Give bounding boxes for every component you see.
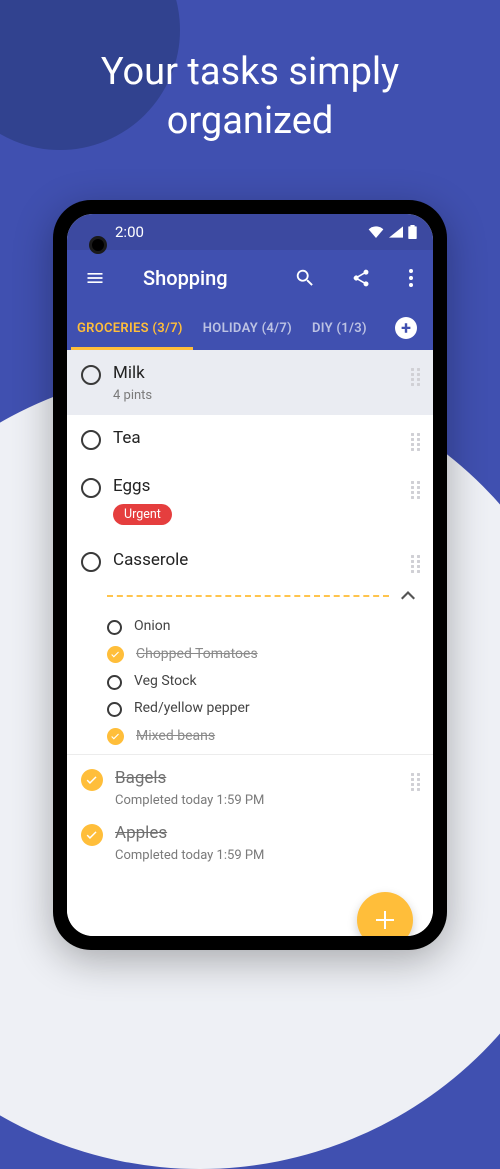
task-checkbox-checked[interactable]	[81, 769, 103, 791]
task-checkbox[interactable]	[81, 478, 101, 498]
statusbar-icons	[368, 225, 417, 239]
search-icon	[294, 267, 316, 289]
cell-signal-icon	[389, 226, 403, 238]
plus-icon	[373, 908, 397, 932]
task-title: Eggs	[113, 475, 399, 498]
subtask-item[interactable]: Mixed beans	[67, 722, 433, 750]
tab-groceries[interactable]: GROCERIES (3/7)	[67, 306, 193, 350]
task-list[interactable]: Milk 4 pints Tea Eggs Urgent	[67, 350, 433, 936]
subtask-checkbox[interactable]	[107, 702, 122, 717]
subtask-item[interactable]: Red/yellow pepper	[67, 695, 433, 722]
task-item[interactable]: Casserole	[67, 537, 433, 579]
search-button[interactable]	[285, 258, 325, 298]
appbar: Shopping	[67, 250, 433, 306]
subtask-title: Veg Stock	[134, 673, 197, 689]
share-button[interactable]	[341, 258, 381, 298]
drag-handle-icon[interactable]	[411, 368, 421, 386]
task-title: Casserole	[113, 549, 399, 572]
statusbar-time: 2:00	[115, 223, 144, 241]
task-checkbox[interactable]	[81, 552, 101, 572]
marketing-headline: Your tasks simply organized	[0, 48, 500, 147]
task-item[interactable]: Tea	[67, 415, 433, 463]
task-checkbox[interactable]	[81, 430, 101, 450]
camera-cutout	[89, 236, 107, 254]
tab-holiday[interactable]: HOLIDAY (4/7)	[193, 306, 302, 350]
task-title: Apples	[115, 822, 423, 845]
subtask-item[interactable]: Veg Stock	[67, 668, 433, 695]
task-title: Tea	[113, 427, 399, 450]
task-item[interactable]: Milk 4 pints	[67, 350, 433, 415]
tabbar: GROCERIES (3/7) HOLIDAY (4/7) DIY (1/3) …	[67, 306, 433, 350]
subtask-title: Chopped Tomatoes	[136, 646, 258, 662]
task-subtitle: 4 pints	[113, 388, 399, 403]
task-item-completed[interactable]: Apples Completed today 1:59 PM	[67, 816, 433, 869]
subtask-title: Onion	[134, 618, 170, 634]
subtask-checkbox[interactable]	[107, 675, 122, 690]
divider	[67, 754, 433, 755]
task-item-completed[interactable]: Bagels Completed today 1:59 PM	[67, 759, 433, 816]
drag-handle-icon[interactable]	[411, 555, 421, 573]
plus-icon: +	[401, 318, 411, 339]
subtask-title: Red/yellow pepper	[134, 700, 250, 716]
overflow-icon	[409, 269, 413, 287]
subtask-item[interactable]: Onion	[67, 613, 433, 640]
subtask-item[interactable]: Chopped Tomatoes	[67, 640, 433, 668]
collapse-button[interactable]	[397, 585, 419, 607]
task-item[interactable]: Eggs Urgent	[67, 463, 433, 537]
task-subtitle: Completed today 1:59 PM	[115, 848, 423, 863]
drag-handle-icon[interactable]	[411, 433, 421, 451]
task-title: Milk	[113, 362, 399, 385]
subtask-checkbox-checked[interactable]	[107, 728, 124, 745]
menu-button[interactable]	[75, 258, 115, 298]
subtask-checkbox-checked[interactable]	[107, 646, 124, 663]
appbar-title: Shopping	[143, 266, 269, 290]
task-subtitle: Completed today 1:59 PM	[115, 793, 399, 808]
task-title: Bagels	[115, 767, 399, 790]
chevron-up-icon	[401, 591, 415, 600]
drag-handle-icon[interactable]	[411, 481, 421, 499]
phone-frame: 2:00 Shopping GROCERIES	[53, 200, 447, 950]
battery-icon	[408, 225, 417, 239]
wifi-icon	[368, 226, 384, 238]
share-icon	[351, 268, 371, 288]
subtask-title: Mixed beans	[136, 728, 215, 744]
subtask-checkbox[interactable]	[107, 620, 122, 635]
task-tag: Urgent	[113, 504, 172, 525]
subtask-separator	[107, 585, 419, 607]
statusbar: 2:00	[67, 214, 433, 250]
phone-screen: 2:00 Shopping GROCERIES	[67, 214, 433, 936]
drag-handle-icon[interactable]	[411, 773, 421, 791]
task-checkbox-checked[interactable]	[81, 824, 103, 846]
overflow-button[interactable]	[397, 258, 425, 298]
add-tab-button[interactable]: +	[395, 317, 417, 339]
hamburger-icon	[85, 268, 105, 288]
task-checkbox[interactable]	[81, 365, 101, 385]
tab-diy[interactable]: DIY (1/3)	[302, 306, 377, 350]
